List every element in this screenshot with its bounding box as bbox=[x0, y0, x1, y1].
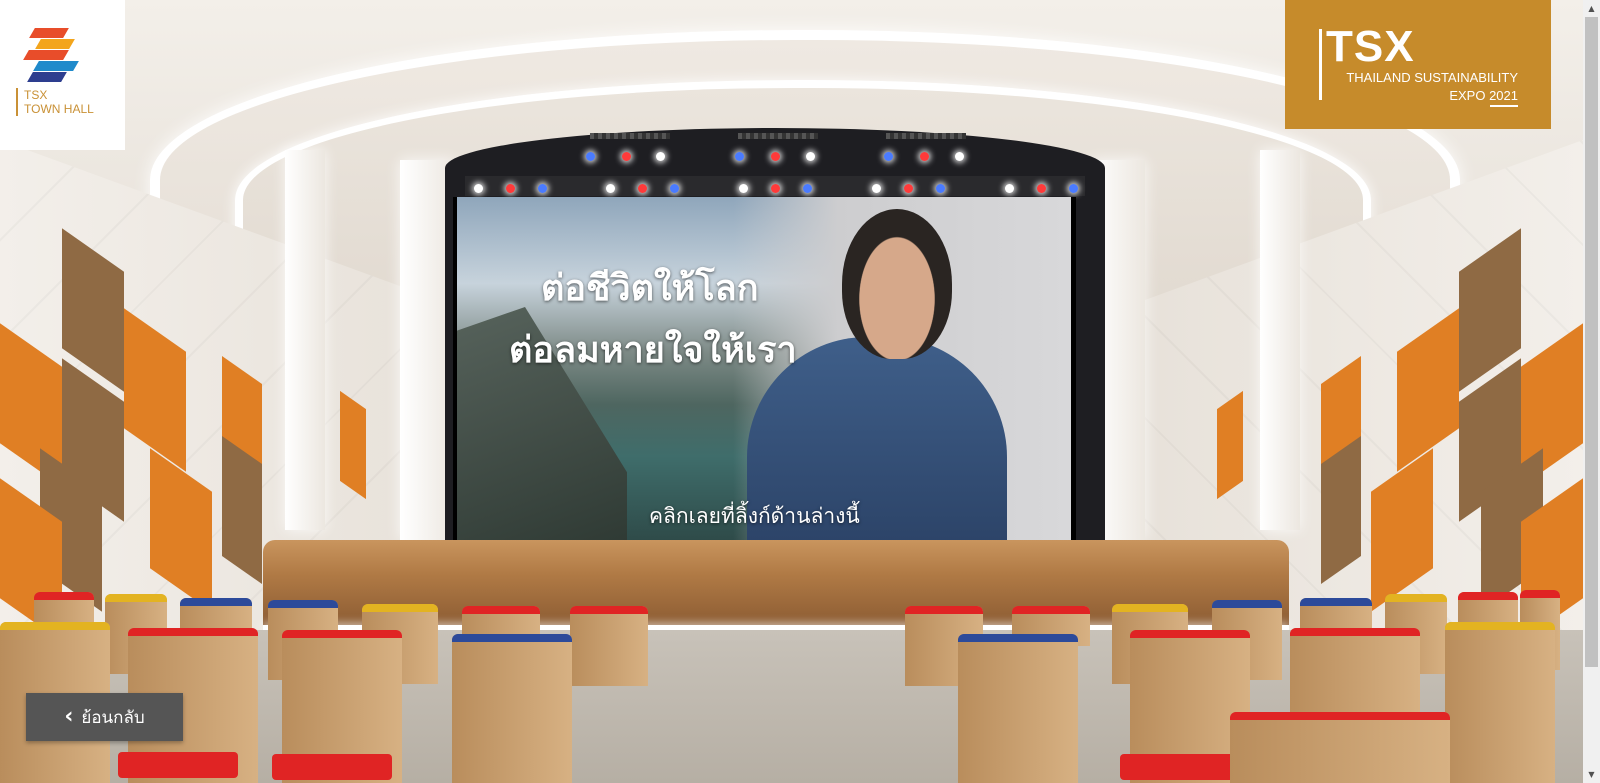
stage-light bbox=[586, 152, 595, 161]
tsx-town-hall-logo[interactable]: TSX TOWN HALL bbox=[0, 0, 125, 150]
back-button[interactable]: ‹ ย้อนกลับ bbox=[26, 693, 183, 741]
scroll-up-arrow-icon[interactable]: ▲ bbox=[1583, 0, 1600, 17]
video-headline-line1: ต่อชีวิตให้โลก bbox=[541, 268, 759, 309]
audience-seat bbox=[272, 630, 402, 783]
back-button-label: ย้อนกลับ bbox=[81, 707, 145, 728]
speaker-head bbox=[842, 209, 952, 359]
audience-seat bbox=[570, 606, 648, 686]
light-truss bbox=[886, 133, 966, 139]
stage-light bbox=[872, 184, 881, 193]
logo-text: TSX TOWN HALL bbox=[24, 88, 94, 116]
stage-light bbox=[506, 184, 515, 193]
stage-light bbox=[806, 152, 815, 161]
expo-logo-year: EXPO 2021 bbox=[1449, 88, 1518, 103]
expo-logo-title: TSX bbox=[1326, 22, 1415, 71]
stage-light bbox=[606, 184, 615, 193]
stage-light bbox=[936, 184, 945, 193]
stage-light bbox=[771, 152, 780, 161]
audience-seat bbox=[1230, 712, 1450, 783]
wall-pillar bbox=[285, 150, 325, 530]
town-hall-scene: ต่อชีวิตให้โลก ต่อลมหายใจให้เรา คลิกเลยท… bbox=[0, 0, 1583, 783]
stage-light bbox=[1037, 184, 1046, 193]
video-frame: ต่อชีวิตให้โลก ต่อลมหายใจให้เรา คลิกเลยท… bbox=[457, 197, 1071, 543]
logo-divider bbox=[16, 88, 18, 116]
video-caption: คลิกเลยที่ลิ้งก์ด้านล่างนี้ bbox=[649, 504, 860, 528]
stage-light bbox=[739, 184, 748, 193]
wall-panel bbox=[340, 390, 366, 500]
logo-underline bbox=[1490, 105, 1518, 107]
stage-light bbox=[474, 184, 483, 193]
wall-pillar bbox=[1260, 150, 1300, 530]
stage-light bbox=[920, 152, 929, 161]
scroll-down-arrow-icon[interactable]: ▼ bbox=[1583, 766, 1600, 783]
stage-light bbox=[670, 184, 679, 193]
stage-light bbox=[622, 152, 631, 161]
logo-line2: TOWN HALL bbox=[24, 102, 94, 116]
tsx-mark-icon bbox=[23, 28, 79, 82]
stage-light bbox=[884, 152, 893, 161]
stage-light bbox=[735, 152, 744, 161]
stage-light bbox=[538, 184, 547, 193]
audience-seat bbox=[1445, 622, 1555, 783]
audience-seat bbox=[452, 634, 572, 783]
stage-light bbox=[955, 152, 964, 161]
stage-video-screen[interactable]: ต่อชีวิตให้โลก ต่อลมหายใจให้เรา คลิกเลยท… bbox=[453, 197, 1076, 543]
stage-light bbox=[771, 184, 780, 193]
light-truss bbox=[590, 133, 670, 139]
light-truss bbox=[738, 133, 818, 139]
stage-light bbox=[803, 184, 812, 193]
logo-divider bbox=[1319, 29, 1322, 100]
wall-panel bbox=[1217, 390, 1243, 500]
stage-light bbox=[904, 184, 913, 193]
logo-line1: TSX bbox=[24, 88, 48, 102]
stage-light bbox=[656, 152, 665, 161]
audience-seat bbox=[958, 634, 1078, 783]
expo-logo-subtitle: THAILAND SUSTAINABILITY bbox=[1346, 70, 1518, 85]
vertical-scrollbar[interactable]: ▲ ▼ bbox=[1583, 0, 1600, 783]
tsx-expo-logo: TSX THAILAND SUSTAINABILITY EXPO 2021 bbox=[1285, 0, 1551, 129]
chevron-left-icon: ‹ bbox=[64, 704, 74, 729]
video-headline-line2: ต่อลมหายใจให้เรา bbox=[509, 330, 797, 371]
stage-light bbox=[1069, 184, 1078, 193]
stage-light bbox=[1005, 184, 1014, 193]
stage-light bbox=[638, 184, 647, 193]
scrollbar-thumb[interactable] bbox=[1585, 17, 1598, 667]
